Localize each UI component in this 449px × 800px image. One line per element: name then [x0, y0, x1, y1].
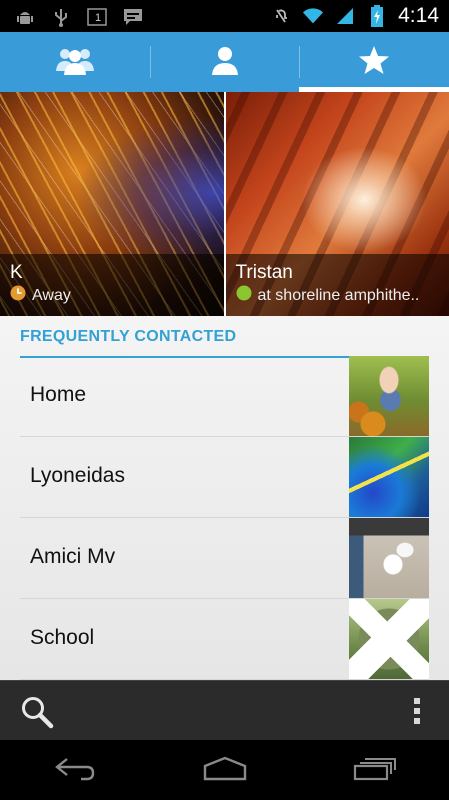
clock: 4:14	[398, 4, 439, 27]
back-icon[interactable]	[53, 755, 97, 786]
notification-1-icon: 1	[86, 6, 108, 28]
wifi-icon	[302, 5, 324, 27]
contact-photo	[349, 356, 429, 436]
favorite-status: Away	[10, 285, 71, 306]
bottom-action-bar	[0, 680, 449, 741]
notification-badge: 1	[94, 12, 102, 24]
favorite-status: at shoreline amphithe..	[236, 285, 420, 306]
search-icon[interactable]	[20, 695, 54, 734]
status-bar: 1 4:14	[0, 0, 449, 32]
contact-photo	[349, 518, 429, 598]
recent-apps-icon[interactable]	[353, 755, 397, 786]
signal-icon	[334, 5, 356, 27]
frequent-contacts-panel: FREQUENTLY CONTACTED Home Lyoneidas Amic…	[0, 316, 449, 680]
contact-name: Amici Mv	[30, 545, 116, 568]
contact-name: Home	[30, 383, 87, 406]
person-icon	[210, 44, 240, 81]
frequent-contacts-list: Home Lyoneidas Amici Mv School	[20, 356, 429, 680]
contact-name: Lyoneidas	[30, 464, 125, 487]
favorite-status-text: at shoreline amphithe..	[257, 286, 420, 304]
favorite-tile-tristan[interactable]: Tristan at shoreline amphithe..	[225, 92, 449, 316]
list-item[interactable]: Lyoneidas	[20, 437, 429, 518]
android-debug-icon	[14, 6, 36, 28]
contact-photo	[349, 599, 429, 679]
tab-all-contacts[interactable]	[149, 32, 300, 92]
list-item[interactable]: Amici Mv	[20, 518, 429, 599]
mute-icon	[270, 5, 292, 27]
favorite-name: Tristan	[235, 262, 293, 283]
favorite-tile-k[interactable]: K Away	[0, 92, 224, 316]
list-item[interactable]: School	[20, 599, 429, 680]
chat-icon	[122, 6, 144, 28]
contact-name: School	[30, 626, 95, 649]
groups-icon	[54, 44, 96, 81]
starred-contacts: K Away Tristan at shoreline amphithe..	[0, 92, 449, 316]
system-nav-bar	[0, 740, 449, 800]
favorite-name: K	[10, 262, 23, 283]
tab-favorites[interactable]	[299, 32, 449, 92]
favorite-status-text: Away	[32, 286, 71, 304]
available-dot-icon	[236, 285, 252, 306]
list-item[interactable]: Home	[20, 356, 429, 437]
section-header: FREQUENTLY CONTACTED	[20, 328, 429, 358]
tab-groups[interactable]	[0, 32, 150, 92]
contact-photo	[349, 437, 429, 517]
overflow-menu-icon[interactable]	[413, 697, 421, 730]
usb-icon	[50, 6, 72, 28]
battery-charging-icon	[366, 5, 388, 27]
notification-icons: 1	[14, 6, 144, 28]
home-icon[interactable]	[202, 755, 248, 786]
system-status-icons: 4:14	[270, 4, 439, 28]
star-icon	[358, 44, 390, 81]
clock-icon	[10, 285, 26, 306]
contacts-tab-bar	[0, 32, 449, 92]
